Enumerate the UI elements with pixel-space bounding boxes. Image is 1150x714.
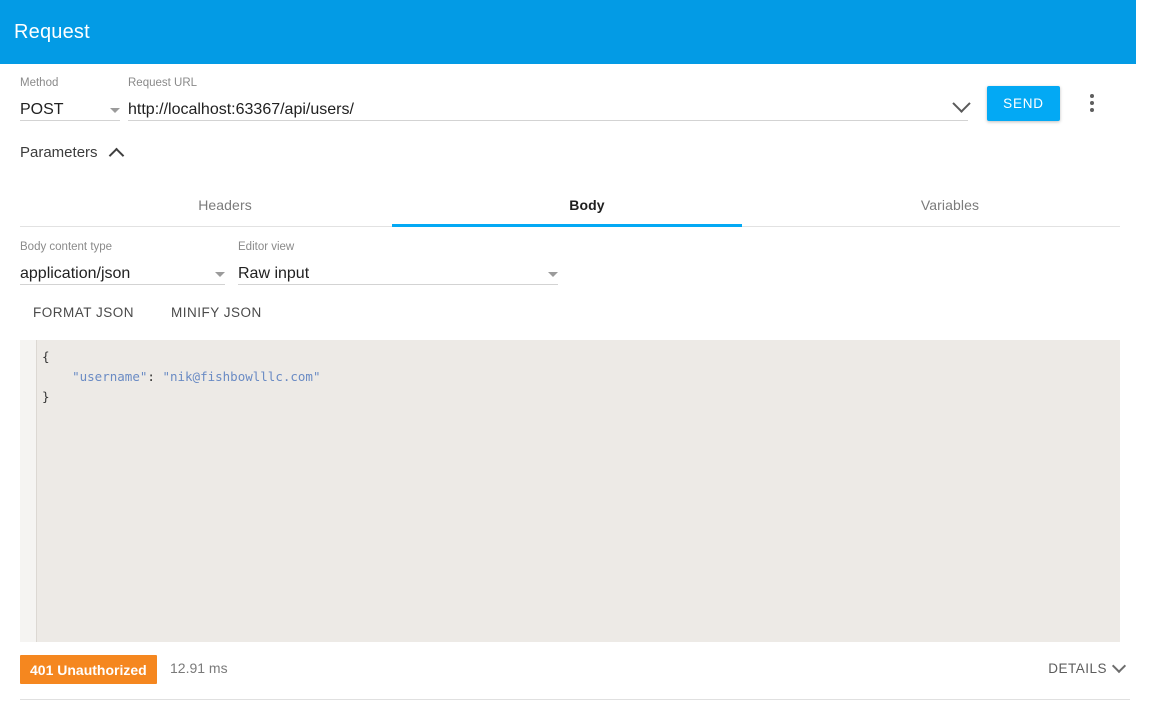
body-content-type-underline [20, 284, 225, 285]
status-badge: 401 Unauthorized [20, 655, 157, 684]
chevron-down-icon[interactable] [952, 94, 970, 112]
kebab-menu-icon [1090, 94, 1094, 98]
json-action-bar: FORMAT JSON MINIFY JSON [33, 305, 262, 320]
chevron-down-icon-details [1112, 658, 1126, 672]
method-value: POST [20, 99, 64, 121]
request-url-input[interactable]: http://localhost:63367/api/users/ [128, 99, 354, 121]
tab-variables[interactable]: Variables [855, 182, 1045, 227]
response-status-bar: 401 Unauthorized 12.91 ms DETAILS [0, 648, 1150, 698]
editor-view-value: Raw input [238, 263, 309, 285]
active-tab-indicator [392, 224, 742, 227]
caret-down-icon[interactable] [110, 108, 120, 113]
kebab-menu-icon-dot3 [1090, 108, 1094, 112]
app-bar: Request [0, 0, 1136, 64]
request-body-editor[interactable]: { "username": "nik@fishbowlllc.com" } [20, 340, 1120, 642]
overflow-menu-button[interactable] [1080, 88, 1104, 118]
json-open-brace: { [42, 349, 50, 364]
editor-view-field[interactable]: Editor view Raw input [238, 240, 558, 287]
format-json-button[interactable]: FORMAT JSON [33, 305, 134, 320]
editor-gutter [20, 340, 37, 642]
json-close-brace: } [42, 389, 50, 404]
json-indent [42, 369, 72, 384]
tab-bar: Headers Body Variables [20, 182, 1120, 227]
body-content-type-label: Body content type [20, 240, 225, 254]
method-underline [20, 120, 120, 121]
kebab-menu-icon-dot2 [1090, 101, 1094, 105]
json-key: "username" [72, 369, 147, 384]
parameters-label: Parameters [20, 144, 98, 161]
minify-json-button[interactable]: MINIFY JSON [171, 305, 262, 320]
send-button[interactable]: SEND [987, 86, 1060, 121]
json-colon: : [147, 369, 162, 384]
response-time: 12.91 ms [170, 660, 228, 676]
details-label: DETAILS [1048, 661, 1107, 676]
caret-down-icon-content-type[interactable] [215, 272, 225, 277]
editor-view-label: Editor view [238, 240, 558, 254]
request-url-field[interactable]: Request URL http://localhost:63367/api/u… [128, 76, 968, 123]
request-line: Method POST Request URL http://localhost… [0, 64, 1150, 132]
body-content-type-value: application/json [20, 263, 130, 285]
editor-view-underline [238, 284, 558, 285]
json-value: "nik@fishbowlllc.com" [162, 369, 320, 384]
page-title: Request [14, 21, 90, 44]
details-button[interactable]: DETAILS [1042, 660, 1130, 677]
method-field[interactable]: Method POST [20, 76, 120, 123]
tab-headers[interactable]: Headers [130, 182, 320, 227]
chevron-up-icon[interactable] [108, 148, 124, 164]
body-content-type-field[interactable]: Body content type application/json [20, 240, 225, 287]
parameters-toggle[interactable]: Parameters [20, 144, 122, 161]
request-url-label: Request URL [128, 76, 968, 90]
editor-content[interactable]: { "username": "nik@fishbowlllc.com" } [37, 340, 1120, 642]
bottom-divider [20, 699, 1130, 700]
tab-body[interactable]: Body [492, 182, 682, 227]
caret-down-icon-editor-view[interactable] [548, 272, 558, 277]
method-label: Method [20, 76, 120, 90]
request-url-underline [128, 120, 968, 121]
